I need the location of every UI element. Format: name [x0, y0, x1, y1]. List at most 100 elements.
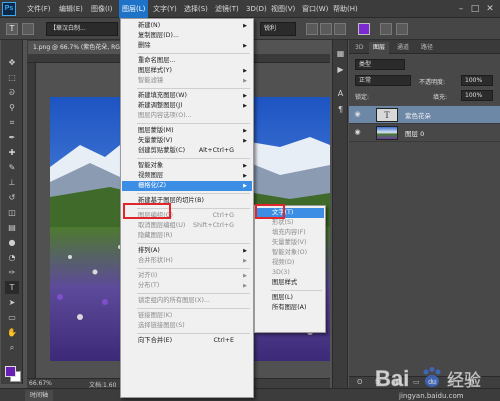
- rasterize-menu-item[interactable]: 视频(D): [256, 258, 324, 268]
- layer-menu-item[interactable]: 新建调整图层(J) ▶: [122, 101, 252, 111]
- menu-layer[interactable]: 图层(L): [119, 0, 149, 18]
- layer-menu-item[interactable]: 锁定组内的所有图层(X)...: [122, 296, 252, 306]
- layer-menu-item[interactable]: 图层内容选项(O)...: [122, 111, 252, 121]
- maximize-icon[interactable]: □: [469, 3, 481, 15]
- menu-view[interactable]: 视图(V): [268, 0, 298, 18]
- lasso-tool-icon[interactable]: ᘐ: [5, 86, 19, 99]
- menu-item-shortcut: Ctrl+E: [213, 337, 234, 344]
- layer-menu-item[interactable]: 智能对象 ▶: [122, 161, 252, 171]
- menu-filter[interactable]: 滤镜(T): [212, 0, 242, 18]
- layer-filter-select[interactable]: 类型: [355, 59, 405, 70]
- layer-menu-item[interactable]: 隐藏图层(R): [122, 231, 252, 241]
- foreground-color-swatch[interactable]: [5, 366, 16, 377]
- rasterize-menu-item[interactable]: 图层(L): [256, 293, 324, 303]
- align-right-icon[interactable]: [334, 23, 346, 35]
- character-panel-icon[interactable]: A: [335, 88, 346, 99]
- menu-edit[interactable]: 编辑(E): [56, 0, 86, 18]
- menu-image[interactable]: 图像(I): [88, 0, 116, 18]
- visibility-eye-icon[interactable]: ◉: [353, 110, 362, 119]
- menu-3d[interactable]: 3D(D): [243, 0, 270, 18]
- rasterize-menu-item[interactable]: 3D(3): [256, 268, 324, 278]
- rasterize-menu-item[interactable]: 智能对象(O): [256, 248, 324, 258]
- layer-menu-item[interactable]: 向下合并(E) Ctrl+E: [122, 336, 252, 346]
- visibility-eye-icon[interactable]: ◉: [353, 128, 362, 137]
- orientation-icon[interactable]: [22, 23, 34, 35]
- history-brush-icon[interactable]: ↺: [5, 191, 19, 204]
- menu-help[interactable]: 帮助(H): [330, 0, 361, 18]
- opacity-input[interactable]: 100%: [461, 75, 493, 86]
- align-center-icon[interactable]: [320, 23, 332, 35]
- layer-menu-item[interactable]: 取消图层编组(U) Shift+Ctrl+G: [122, 221, 252, 231]
- eyedropper-tool-icon[interactable]: ✒: [5, 131, 19, 144]
- menu-item-label: 3D(3): [272, 269, 290, 276]
- menu-window[interactable]: 窗口(W): [299, 0, 331, 18]
- layer-menu-item[interactable]: 链接图层(K): [122, 311, 252, 321]
- layer-menu-item[interactable]: 排列(A) ▶: [122, 246, 252, 256]
- layer-menu-item[interactable]: 创建剪贴蒙版(C) Alt+Ctrl+G: [122, 146, 252, 156]
- timeline-tab[interactable]: 时间轴: [25, 390, 54, 401]
- type-tool-icon[interactable]: T: [6, 23, 18, 35]
- layer-row[interactable]: ◉ T 紫色花朵: [349, 106, 500, 124]
- character-panel-icon[interactable]: [396, 23, 408, 35]
- brush-tool-icon[interactable]: ✎: [5, 161, 19, 174]
- zoom-level[interactable]: 66.67%: [29, 380, 52, 387]
- history-panel-icon[interactable]: ▦: [335, 48, 346, 59]
- hand-tool-icon[interactable]: ✋: [5, 326, 19, 339]
- zoom-tool-icon[interactable]: ⌕: [5, 341, 19, 354]
- fill-input[interactable]: 100%: [461, 90, 493, 101]
- blur-tool-icon[interactable]: ●: [5, 236, 19, 249]
- type-tool-icon[interactable]: T: [5, 281, 19, 294]
- rasterize-menu-item[interactable]: 形状(S): [256, 218, 324, 228]
- marquee-tool-icon[interactable]: ⬚: [5, 71, 19, 84]
- shape-tool-icon[interactable]: ▭: [5, 311, 19, 324]
- actions-panel-icon[interactable]: ▶: [335, 64, 346, 75]
- gradient-tool-icon[interactable]: ▤: [5, 221, 19, 234]
- layer-menu-item[interactable]: 对齐(I) ▶: [122, 271, 252, 281]
- stamp-tool-icon[interactable]: ⊥: [5, 176, 19, 189]
- tab-channels[interactable]: 通道: [393, 42, 413, 54]
- paragraph-panel-icon[interactable]: ¶: [335, 104, 346, 115]
- font-family-select[interactable]: 【華汉白制...: [46, 22, 118, 36]
- menu-select[interactable]: 选择(S): [181, 0, 211, 18]
- layer-menu-item[interactable]: 矢量蒙版(V) ▶: [122, 136, 252, 146]
- healing-tool-icon[interactable]: ✚: [5, 146, 19, 159]
- menu-type[interactable]: 文字(Y): [150, 0, 180, 18]
- menu-file[interactable]: 文件(F): [24, 0, 54, 18]
- warp-text-icon[interactable]: [380, 23, 392, 35]
- close-icon[interactable]: ✕: [484, 3, 496, 15]
- rasterize-menu-item[interactable]: 矢量蒙版(V): [256, 238, 324, 248]
- align-left-icon[interactable]: [306, 23, 318, 35]
- text-color-swatch[interactable]: [358, 23, 370, 35]
- rasterize-menu-item[interactable]: 填充内容(F): [256, 228, 324, 238]
- layer-menu-item[interactable]: 栅格化(Z) ▶: [122, 181, 252, 191]
- layer-menu-item[interactable]: 复制图层(D)...: [122, 31, 252, 41]
- layer-menu-item[interactable]: 分布(T) ▶: [122, 281, 252, 291]
- eraser-tool-icon[interactable]: ◫: [5, 206, 19, 219]
- pen-tool-icon[interactable]: ✑: [5, 266, 19, 279]
- tab-3d[interactable]: 3D: [351, 42, 367, 54]
- layer-menu-item[interactable]: 删除 ▶: [122, 41, 252, 51]
- layer-menu-item[interactable]: 新建填充图层(W) ▶: [122, 91, 252, 101]
- crop-tool-icon[interactable]: ⌗: [5, 116, 19, 129]
- layer-menu-item[interactable]: 图层样式(Y) ▶: [122, 66, 252, 76]
- layer-menu-item[interactable]: 重命名图层...: [122, 56, 252, 66]
- rasterize-menu-item[interactable]: 所有图层(A): [256, 303, 324, 313]
- layer-row[interactable]: ◉ 图层 0: [349, 124, 500, 142]
- layer-menu-item[interactable]: 视频图层 ▶: [122, 171, 252, 181]
- tab-layers[interactable]: 图层: [369, 42, 390, 54]
- layer-menu-item[interactable]: 新建(N) ▶: [122, 21, 252, 31]
- dodge-tool-icon[interactable]: ◔: [5, 251, 19, 264]
- minimize-icon[interactable]: –: [455, 3, 467, 15]
- layer-menu-item[interactable]: 智能滤镜 ▶: [122, 76, 252, 86]
- path-select-tool-icon[interactable]: ➤: [5, 296, 19, 309]
- tab-paths[interactable]: 路径: [417, 42, 437, 54]
- layer-menu-item[interactable]: 图层蒙版(M) ▶: [122, 126, 252, 136]
- move-tool-icon[interactable]: ✥: [5, 56, 19, 69]
- rasterize-menu-item[interactable]: 图层样式: [256, 278, 324, 288]
- layer-menu-item[interactable]: 选择链接图层(S): [122, 321, 252, 331]
- quick-select-tool-icon[interactable]: ⚲: [5, 101, 19, 114]
- antialias-select[interactable]: 锐利: [260, 22, 296, 36]
- link-layers-icon[interactable]: ʘ: [357, 378, 363, 386]
- layer-menu-item[interactable]: 合并形状(H) ▶: [122, 256, 252, 266]
- blend-mode-select[interactable]: 正常: [355, 75, 411, 86]
